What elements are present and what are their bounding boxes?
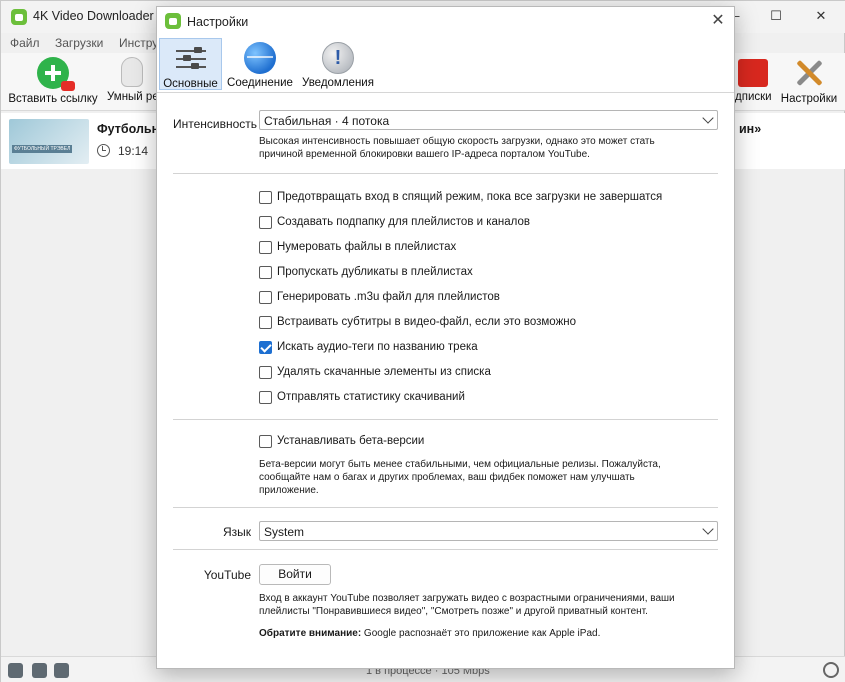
intensity-select[interactable]: Стабильная · 4 потока: [259, 110, 718, 130]
subscriptions-button[interactable]: дписки: [735, 57, 772, 103]
language-value: System: [264, 525, 305, 539]
smart-mode-label: Умный реж: [107, 91, 167, 103]
divider: [173, 419, 718, 420]
checkbox[interactable]: [259, 216, 272, 229]
video-thumbnail: ФУТБОЛЬНЫЙ ТРЭВЕЛ: [9, 119, 89, 164]
option-label: Искать аудио-теги по названию трека: [277, 341, 478, 353]
globe-icon[interactable]: [823, 662, 839, 678]
beta-hint-line: сообщайте нам о багах и других проблемах…: [259, 472, 635, 483]
option-label: Удалять скачанные элементы из списка: [277, 366, 491, 378]
tab-notifications-label: Уведомления: [302, 77, 374, 89]
option-label: Предотвращать вход в спящий режим, пока …: [277, 191, 663, 203]
tab-general[interactable]: Основные: [159, 38, 222, 90]
app-logo-icon: [11, 9, 27, 25]
settings-dialog: Настройки ✕ Основные Соединение ! Уведом…: [156, 6, 735, 669]
language-select[interactable]: System: [259, 521, 718, 541]
language-label: Язык: [222, 525, 251, 539]
intensity-hint-line: причиной временной блокировки вашего IP-…: [259, 149, 590, 160]
divider: [173, 507, 718, 508]
divider: [173, 549, 718, 550]
youtube-small-icon[interactable]: [8, 663, 23, 678]
youtube-hint-line: плейлисты "Понравившиеся видео", "Смотре…: [259, 606, 648, 617]
close-icon[interactable]: ✕: [709, 12, 727, 30]
paste-link-button[interactable]: Вставить ссылку: [7, 57, 99, 105]
option-label: Нумеровать файлы в плейлистах: [277, 241, 457, 253]
note-bold: Обратите внимание:: [259, 628, 362, 639]
settings-button[interactable]: Настройки: [779, 57, 839, 105]
maximize-icon[interactable]: ☐: [764, 5, 788, 27]
reddit-icon[interactable]: [54, 663, 69, 678]
beta-hint: Бета-версии могут быть менее стабильными…: [259, 458, 661, 497]
option-label: Генерировать .m3u файл для плейлистов: [277, 291, 500, 303]
checkbox[interactable]: [259, 266, 272, 279]
youtube-login-button[interactable]: Войти: [259, 564, 331, 585]
beta-hint-line: приложение.: [259, 485, 319, 496]
settings-label: Настройки: [780, 93, 838, 105]
dialog-title: Настройки: [187, 15, 249, 29]
option-label: Отправлять статистику скачиваний: [277, 391, 465, 403]
checkbox[interactable]: [259, 435, 272, 448]
checkbox-checked[interactable]: [259, 341, 272, 354]
youtube-note: Обратите внимание: Google распознаёт это…: [259, 627, 600, 640]
checkbox[interactable]: [259, 241, 272, 254]
divider: [173, 173, 718, 174]
checkbox[interactable]: [259, 191, 272, 204]
dialog-titlebar: Настройки ✕: [157, 7, 734, 35]
download-title: Футбольн: [97, 122, 160, 136]
note-text: Google распознаёт это приложение как App…: [361, 628, 601, 639]
globe-icon: [244, 42, 276, 74]
paste-link-icon: [37, 57, 75, 91]
tab-general-label: Основные: [163, 78, 218, 90]
menu-tools[interactable]: Инстру: [119, 36, 158, 50]
intensity-value: Стабильная · 4 потока: [264, 114, 390, 128]
intensity-label: Интенсивность: [173, 117, 258, 131]
youtube-hint: Вход в аккаунт YouTube позволяет загружа…: [259, 592, 675, 618]
menu-file[interactable]: Файл: [10, 36, 40, 50]
checkbox[interactable]: [259, 316, 272, 329]
tools-icon: [793, 57, 825, 89]
settings-tabs: Основные Соединение ! Уведомления: [157, 35, 734, 93]
youtube-hint-line: Вход в аккаунт YouTube позволяет загружа…: [259, 593, 675, 604]
youtube-label: YouTube: [203, 568, 251, 582]
tab-notifications[interactable]: ! Уведомления: [301, 38, 375, 90]
exclamation-icon: !: [322, 42, 354, 74]
chevron-down-icon: [702, 112, 714, 124]
intensity-hint: Высокая интенсивность повышает общую ско…: [259, 135, 655, 161]
paste-link-label: Вставить ссылку: [8, 93, 98, 105]
checkbox[interactable]: [259, 366, 272, 379]
checkbox[interactable]: [259, 391, 272, 404]
subscriptions-label: дписки: [735, 91, 772, 103]
option-label: Пропускать дубликаты в плейлистах: [277, 266, 473, 278]
option-label: Создавать подпапку для плейлистов и кана…: [277, 216, 531, 228]
tab-connection-label: Соединение: [227, 77, 293, 89]
lightbulb-icon: [121, 57, 143, 87]
chevron-down-icon: [702, 523, 714, 535]
beta-hint-line: Бета-версии могут быть менее стабильными…: [259, 459, 661, 470]
menu-downloads[interactable]: Загрузки: [55, 36, 103, 50]
checkbox[interactable]: [259, 291, 272, 304]
close-window-icon[interactable]: ✕: [809, 5, 833, 27]
tab-connection[interactable]: Соединение: [225, 38, 295, 90]
intensity-hint-line: Высокая интенсивность повышает общую ско…: [259, 136, 655, 147]
app-logo-icon: [165, 13, 181, 29]
download-title-end: ин»: [739, 122, 762, 136]
thumbnail-caption: ФУТБОЛЬНЫЙ ТРЭВЕЛ: [12, 145, 73, 153]
clock-icon: [97, 144, 110, 157]
subscriptions-icon: [738, 59, 768, 87]
youtube-icon: [61, 81, 75, 91]
option-label: Устанавливать бета-версии: [277, 435, 425, 447]
option-label: Встраивать субтитры в видео-файл, если э…: [277, 316, 577, 328]
main-window-title: 4K Video Downloader –: [33, 9, 165, 23]
download-duration: 19:14: [118, 144, 149, 158]
sliders-icon: [175, 43, 207, 75]
smart-mode-button[interactable]: Умный реж: [107, 57, 167, 103]
twitter-icon[interactable]: [32, 663, 47, 678]
